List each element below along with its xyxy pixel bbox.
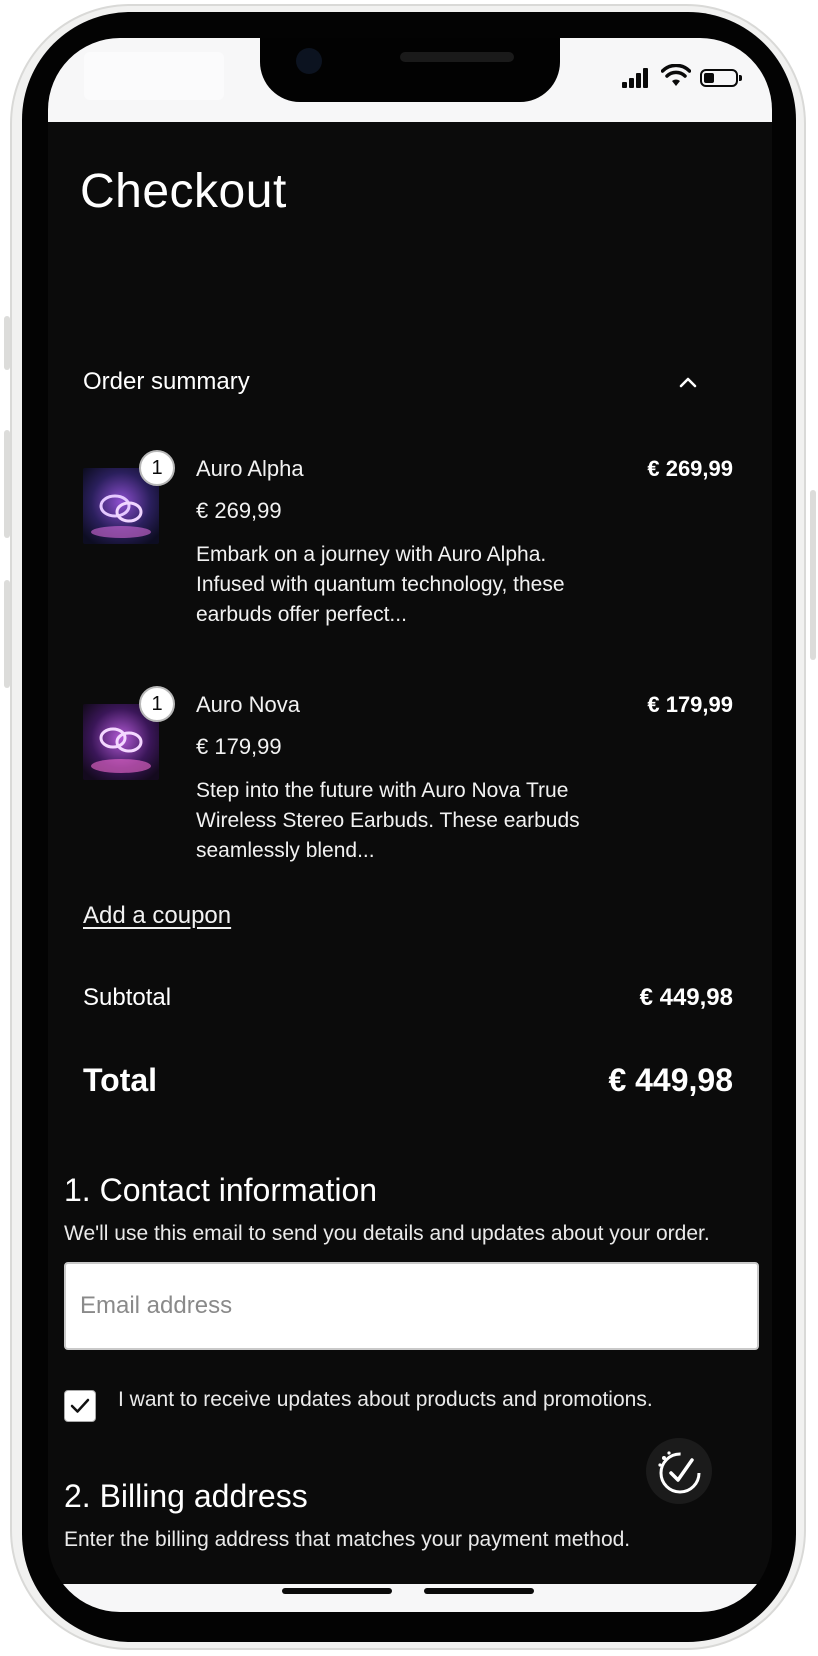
item-description: Embark on a journey with Auro Alpha. Inf… [196, 543, 565, 626]
side-button-volume-up [4, 430, 10, 538]
checkout-page: Checkout Order summary 1 Auro Alpha € 26… [48, 122, 772, 1612]
screen: Checkout Order summary 1 Auro Alpha € 26… [48, 38, 772, 1612]
item-line-total: € 179,99 [647, 692, 733, 717]
item-line-total: € 269,99 [647, 456, 733, 481]
contact-section-heading: 1. Contact information [64, 1172, 378, 1208]
battery-level [704, 73, 714, 83]
home-indicator-left [282, 1588, 392, 1594]
page-title: Checkout [80, 165, 287, 218]
item-unit-price: € 269,99 [196, 498, 282, 523]
total-label: Total [83, 1062, 158, 1098]
floating-action-button[interactable] [646, 1438, 712, 1504]
status-pill [84, 52, 224, 100]
item-name: Auro Alpha [196, 456, 304, 481]
cellular-signal-icon [622, 68, 650, 88]
quantity-badge: 1 [139, 686, 175, 722]
subtotal-value: € 449,98 [639, 984, 733, 1011]
order-item: 1 Auro Nova € 179,99 Step into the futur… [83, 686, 733, 874]
bottom-toolbar [48, 1584, 772, 1612]
item-name: Auro Nova [196, 692, 300, 717]
billing-section-description: Enter the billing address that matches y… [64, 1528, 631, 1551]
contact-section-description: We'll use this email to send you details… [64, 1222, 710, 1245]
side-button-silent [4, 316, 10, 370]
checkmark-icon [70, 1398, 90, 1413]
order-item: 1 Auro Alpha € 269,99 Embark on a journe… [83, 450, 733, 638]
earpiece-speaker [400, 52, 514, 62]
front-camera [296, 48, 322, 74]
side-button-power [810, 490, 816, 660]
wifi-icon [661, 64, 691, 86]
quantity-badge: 1 [139, 450, 175, 486]
total-value: € 449,98 [608, 1062, 733, 1098]
order-summary-heading[interactable]: Order summary [83, 368, 250, 396]
newsletter-checkbox[interactable] [64, 1390, 96, 1422]
newsletter-label[interactable]: I want to receive updates about products… [118, 1388, 653, 1412]
add-coupon-link[interactable]: Add a coupon [83, 902, 231, 930]
item-description: Step into the future with Auro Nova True… [196, 779, 580, 862]
billing-section-heading: 2. Billing address [64, 1478, 308, 1514]
verified-check-icon [658, 1451, 701, 1494]
side-button-volume-down [4, 580, 10, 688]
email-field[interactable] [64, 1262, 759, 1350]
home-indicator-right [424, 1588, 534, 1594]
item-unit-price: € 179,99 [196, 734, 282, 759]
chevron-up-icon[interactable] [678, 376, 698, 388]
battery-icon [700, 69, 742, 87]
subtotal-label: Subtotal [83, 984, 172, 1011]
